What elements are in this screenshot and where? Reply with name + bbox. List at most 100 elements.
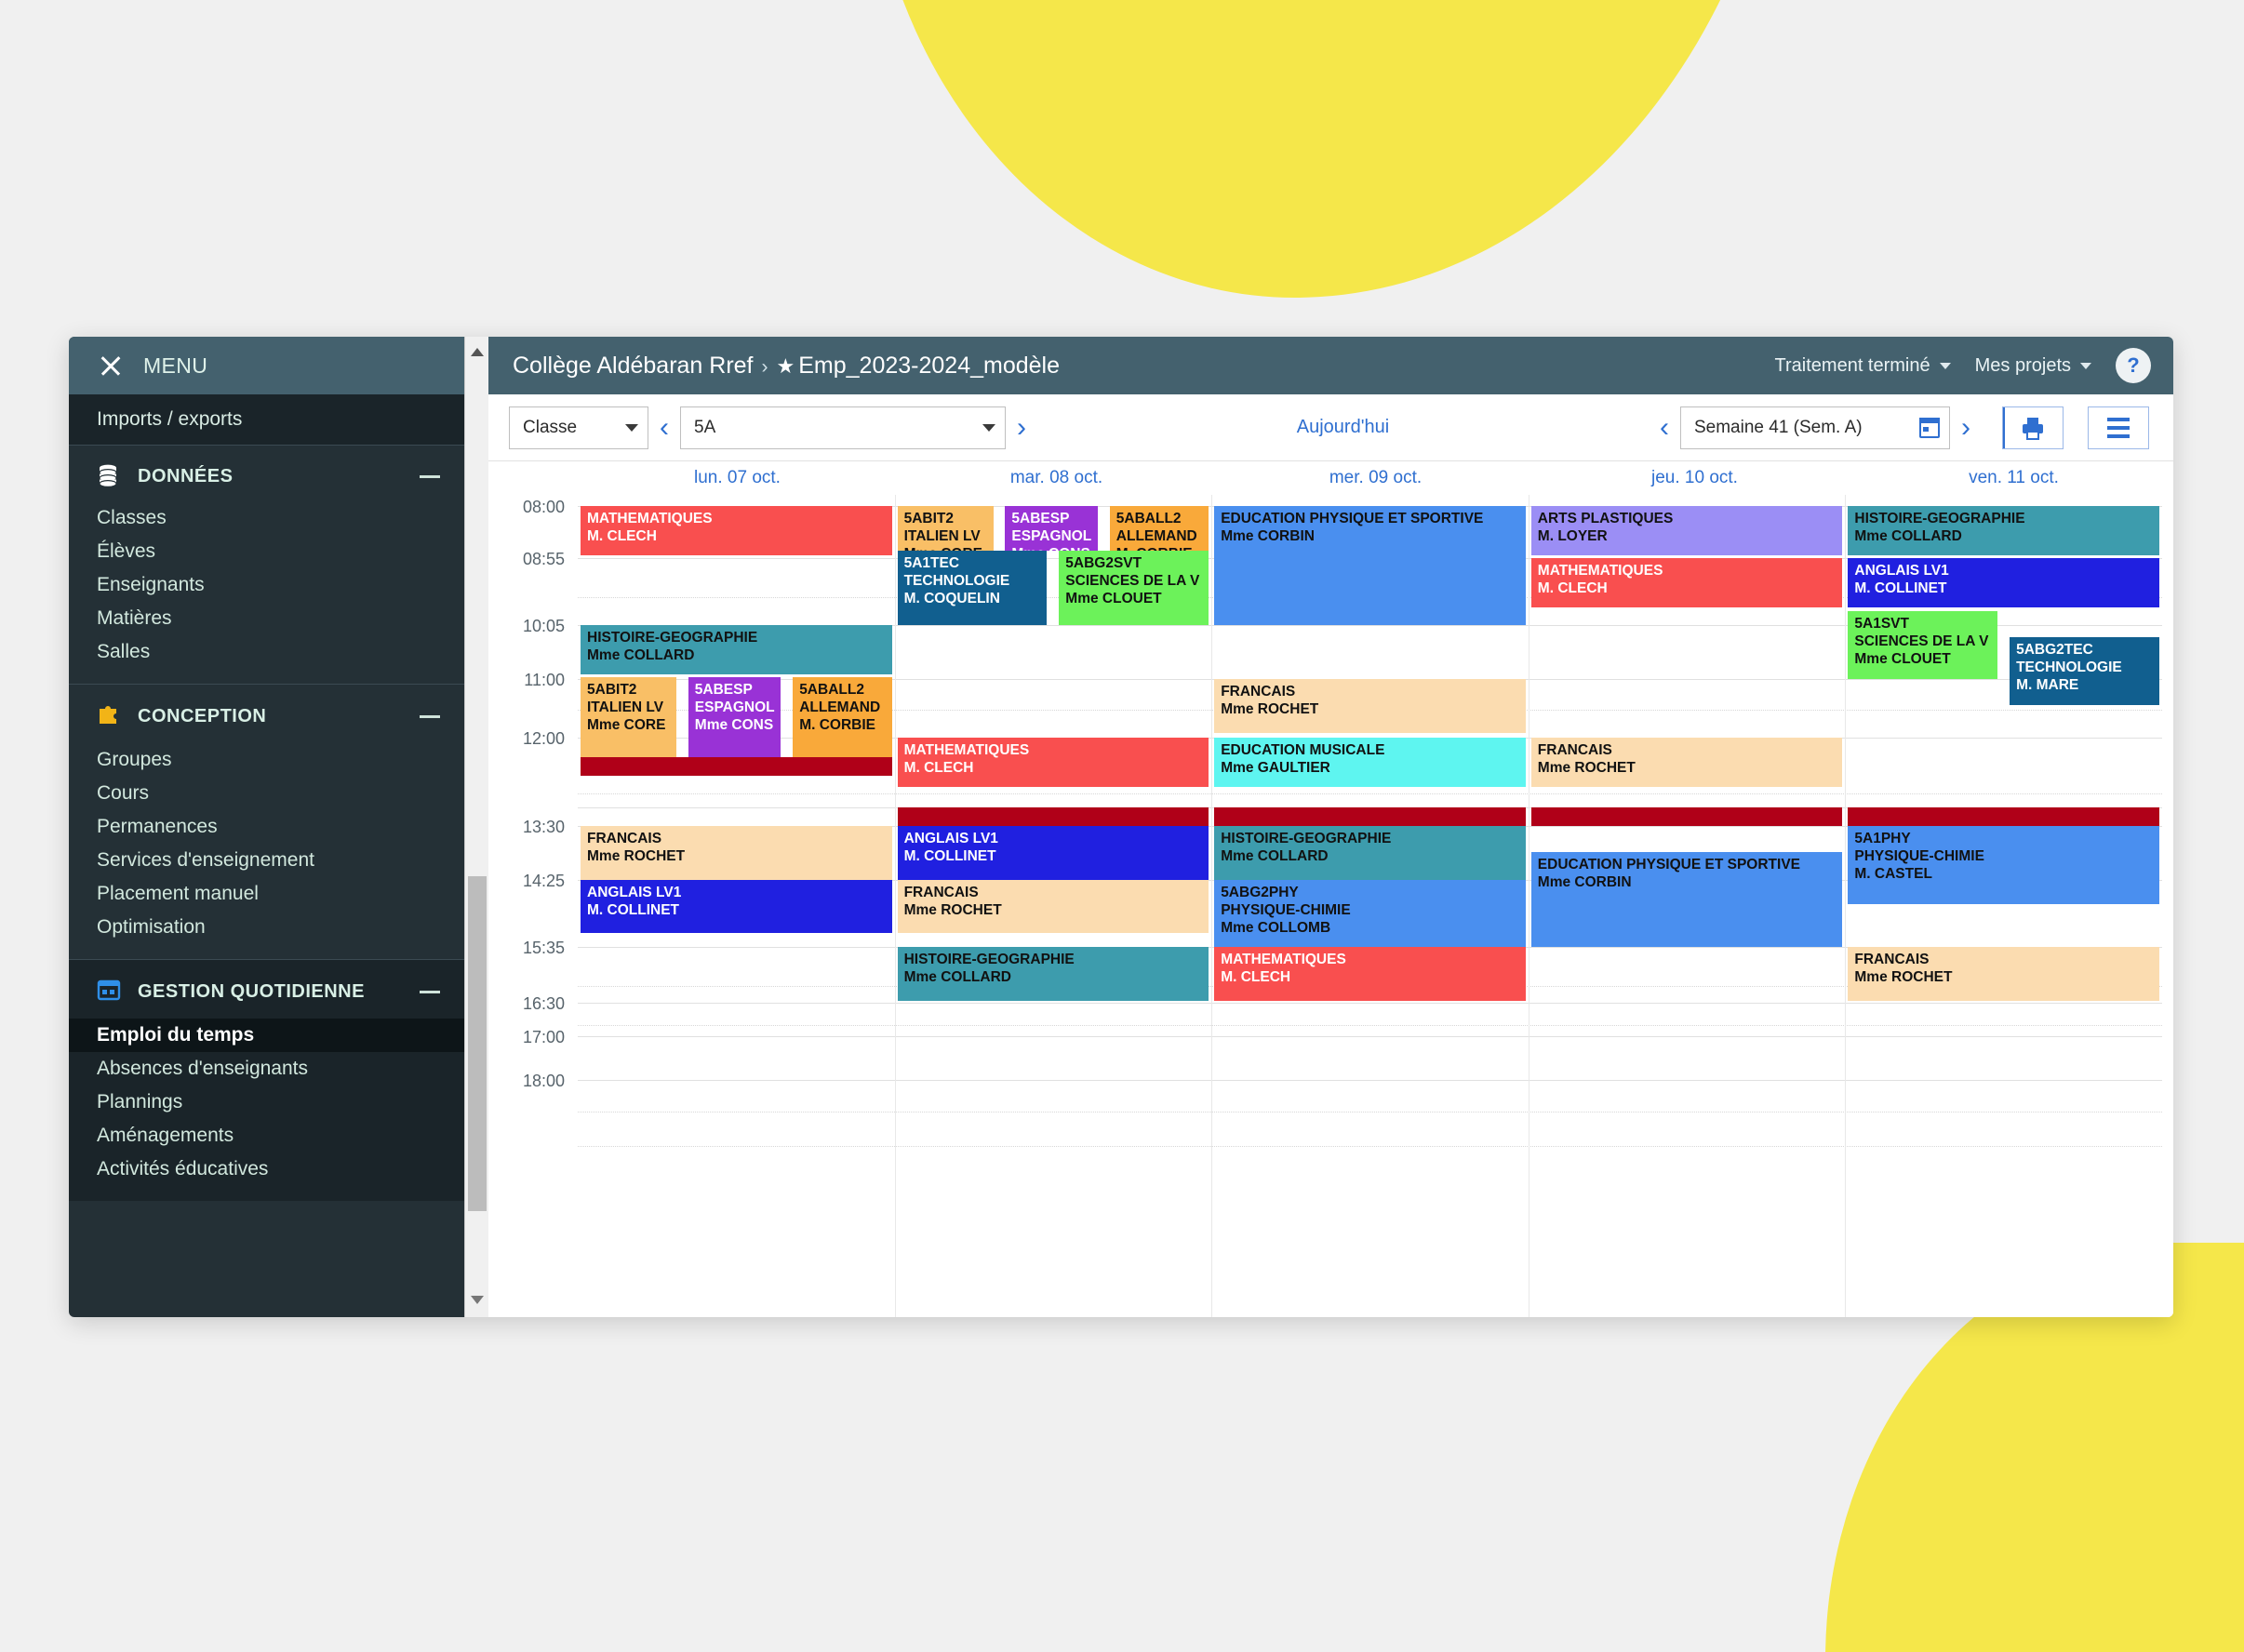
- course-event[interactable]: FRANCAIS Mme ROCHET: [1214, 679, 1526, 733]
- column-divider: [1211, 495, 1213, 1317]
- next-class-button[interactable]: ›: [1006, 413, 1037, 442]
- course-event[interactable]: [1214, 806, 1526, 827]
- sidebar-scrollbar[interactable]: [464, 337, 488, 1317]
- previous-class-button[interactable]: ‹: [648, 413, 680, 442]
- time-label: 15:35: [522, 939, 565, 958]
- course-event[interactable]: ANGLAIS LV1 M. COLLINET: [1848, 557, 2159, 607]
- course-event[interactable]: ARTS PLASTIQUES M. LOYER: [1530, 506, 1843, 555]
- scroll-up-arrow-icon[interactable]: [470, 348, 484, 356]
- course-event[interactable]: MATHEMATIQUES M. CLECH: [581, 506, 892, 555]
- time-label: 08:00: [522, 498, 565, 516]
- course-event-line: PHYSIQUE-CHIMIE: [1221, 901, 1351, 918]
- collapse-icon[interactable]: [420, 991, 440, 993]
- sidebar-item-salles[interactable]: Salles: [69, 635, 464, 669]
- course-event[interactable]: 5ABESPESPAGNOLMme CONS: [688, 677, 781, 761]
- course-event[interactable]: FRANCAIS Mme ROCHET: [1848, 947, 2159, 1001]
- course-event[interactable]: 5ABIT2ITALIEN LVMme CORE: [581, 677, 676, 761]
- sidebar-item-permanences[interactable]: Permanences: [69, 810, 464, 844]
- sidebar-item-amenagements[interactable]: Aménagements: [69, 1119, 464, 1152]
- entity-type-select[interactable]: Classe: [509, 406, 648, 449]
- chevron-down-icon: [1939, 362, 1951, 369]
- sidebar-item-label: Aménagements: [97, 1125, 234, 1146]
- course-event-line: FRANCAIS: [1537, 742, 1612, 759]
- sidebar-group-header-conception[interactable]: CONCEPTION: [69, 685, 464, 743]
- course-event[interactable]: MATHEMATIQUES M. CLECH: [1530, 557, 1843, 607]
- sidebar-item-groupes[interactable]: Groupes: [69, 743, 464, 777]
- top-bar-actions: Traitement terminé Mes projets ?: [1775, 348, 2151, 383]
- entity-type-value: Classe: [523, 417, 578, 437]
- course-event[interactable]: HISTOIRE-GEOGRAPHIE Mme COLLARD: [581, 625, 892, 675]
- course-event[interactable]: HISTOIRE-GEOGRAPHIE Mme COLLARD: [1848, 506, 2159, 555]
- course-event[interactable]: EDUCATION PHYSIQUE ET SPORTIVE Mme CORBIN: [1530, 852, 1843, 948]
- course-event[interactable]: EDUCATION PHYSIQUE ET SPORTIVE Mme CORBIN: [1214, 506, 1526, 626]
- class-select[interactable]: 5A: [680, 406, 1006, 449]
- course-event[interactable]: MATHEMATIQUES M. CLECH: [1214, 947, 1526, 1001]
- day-header-row: lun. 07 oct. mar. 08 oct. mer. 09 oct. j…: [488, 461, 2173, 495]
- time-label: 17:00: [522, 1028, 565, 1047]
- next-week-button[interactable]: ›: [1950, 413, 1982, 442]
- status-dropdown[interactable]: Traitement terminé: [1775, 355, 1951, 377]
- breadcrumb: Collège Aldébaran Rref › ★ Emp_2023-2024_mo…: [513, 353, 1060, 380]
- collapse-icon[interactable]: [420, 474, 440, 478]
- course-event[interactable]: 5ABG2SVT SCIENCES DE LA V Mme CLOUET: [1059, 551, 1209, 626]
- course-event[interactable]: ANGLAIS LV1 M. COLLINET: [897, 826, 1209, 880]
- previous-week-button[interactable]: ‹: [1649, 413, 1680, 442]
- course-event[interactable]: 5ABG2TEC TECHNOLOGIE M. MARE: [2010, 637, 2159, 705]
- course-event[interactable]: 5A1TEC TECHNOLOGIE M. COQUELIN: [897, 551, 1048, 626]
- course-event-line: 5ABESP: [694, 682, 753, 699]
- course-event-line: M. COLLINET: [903, 848, 996, 864]
- breadcrumb-root[interactable]: Collège Aldébaran Rref: [513, 353, 754, 379]
- course-event[interactable]: 5A1PHY PHYSIQUE-CHIMIE M. CASTEL: [1848, 826, 2159, 904]
- sidebar-item-matieres[interactable]: Matières: [69, 602, 464, 635]
- course-event[interactable]: 5A1SVT SCIENCES DE LA V Mme CLOUET: [1848, 611, 1998, 679]
- week-selector[interactable]: Semaine 41 (Sem. A): [1679, 406, 1950, 449]
- course-event[interactable]: FRANCAIS Mme ROCHET: [897, 879, 1209, 934]
- sidebar-item-eleves[interactable]: Élèves: [69, 535, 464, 568]
- sidebar-item-cours[interactable]: Cours: [69, 777, 464, 810]
- course-event[interactable]: [1848, 806, 2159, 827]
- course-event[interactable]: HISTOIRE-GEOGRAPHIE Mme COLLARD: [897, 947, 1209, 1001]
- course-event[interactable]: 5ABALL2ALLEMANDM. CORBIE: [1109, 506, 1209, 552]
- sidebar-item-optimisation[interactable]: Optimisation: [69, 911, 464, 944]
- sidebar-item-emploi-du-temps[interactable]: Emploi du temps: [69, 1019, 464, 1052]
- help-button[interactable]: ?: [2116, 348, 2151, 383]
- collapse-icon[interactable]: [420, 715, 440, 718]
- scrollbar-thumb[interactable]: [468, 876, 487, 1211]
- sidebar-item-activites-educatives[interactable]: Activités éducatives: [69, 1152, 464, 1186]
- sidebar-item-placement-manuel[interactable]: Placement manuel: [69, 877, 464, 911]
- course-event[interactable]: [1530, 806, 1843, 827]
- course-event[interactable]: 5ABALL2ALLEMANDM. CORBIE: [793, 677, 892, 761]
- course-event[interactable]: EDUCATION MUSICALE Mme GAULTIER: [1214, 738, 1526, 788]
- star-icon[interactable]: ★: [777, 354, 795, 378]
- sidebar-item-services-enseignement[interactable]: Services d'enseignement: [69, 844, 464, 877]
- scroll-down-arrow-icon[interactable]: [470, 1296, 484, 1304]
- course-event[interactable]: ANGLAIS LV1 M. COLLINET: [581, 879, 892, 934]
- time-label: 12:00: [522, 729, 565, 749]
- calendar-picker-icon[interactable]: [1918, 417, 1940, 438]
- sidebar-item-imports-exports[interactable]: Imports / exports: [69, 394, 464, 446]
- course-event-line: Mme COLLARD: [1221, 848, 1329, 864]
- sidebar-item-absences-enseignants[interactable]: Absences d'enseignants: [69, 1052, 464, 1086]
- course-event[interactable]: 5ABESPESPAGNOLMme CONS: [1005, 506, 1098, 552]
- course-event[interactable]: HISTOIRE-GEOGRAPHIE Mme COLLARD: [1214, 826, 1526, 880]
- sidebar-item-plannings[interactable]: Plannings: [69, 1086, 464, 1119]
- projects-dropdown[interactable]: Mes projets: [1975, 355, 2091, 377]
- course-event-line: Mme COLLARD: [903, 969, 1011, 986]
- course-event[interactable]: MATHEMATIQUES M. CLECH: [897, 738, 1209, 788]
- course-event[interactable]: FRANCAIS Mme ROCHET: [1530, 738, 1843, 788]
- sidebar-item-classes[interactable]: Classes: [69, 501, 464, 535]
- course-event[interactable]: 5ABG2PHY PHYSIQUE-CHIMIE Mme COLLOMB: [1214, 879, 1526, 948]
- course-event[interactable]: 5ABIT2ITALIEN LVMme CORE: [897, 506, 994, 552]
- course-event[interactable]: FRANCAIS Mme ROCHET: [581, 826, 892, 880]
- today-link[interactable]: Aujourd'hui: [1297, 417, 1389, 438]
- course-event[interactable]: [581, 756, 892, 777]
- sidebar-group-header-donnees[interactable]: DONNÉES: [69, 446, 464, 501]
- sidebar-item-enseignants[interactable]: Enseignants: [69, 568, 464, 602]
- sidebar-menu-toggle[interactable]: MENU: [69, 337, 464, 394]
- sidebar-group-header-gestion[interactable]: GESTION QUOTIDIENNE: [69, 960, 464, 1019]
- course-event[interactable]: [897, 806, 1209, 827]
- print-button[interactable]: [2001, 406, 2064, 449]
- course-event-line: SCIENCES DE LA V: [1854, 633, 1989, 650]
- options-menu-button[interactable]: [2087, 406, 2149, 449]
- column-divider: [894, 495, 896, 1317]
